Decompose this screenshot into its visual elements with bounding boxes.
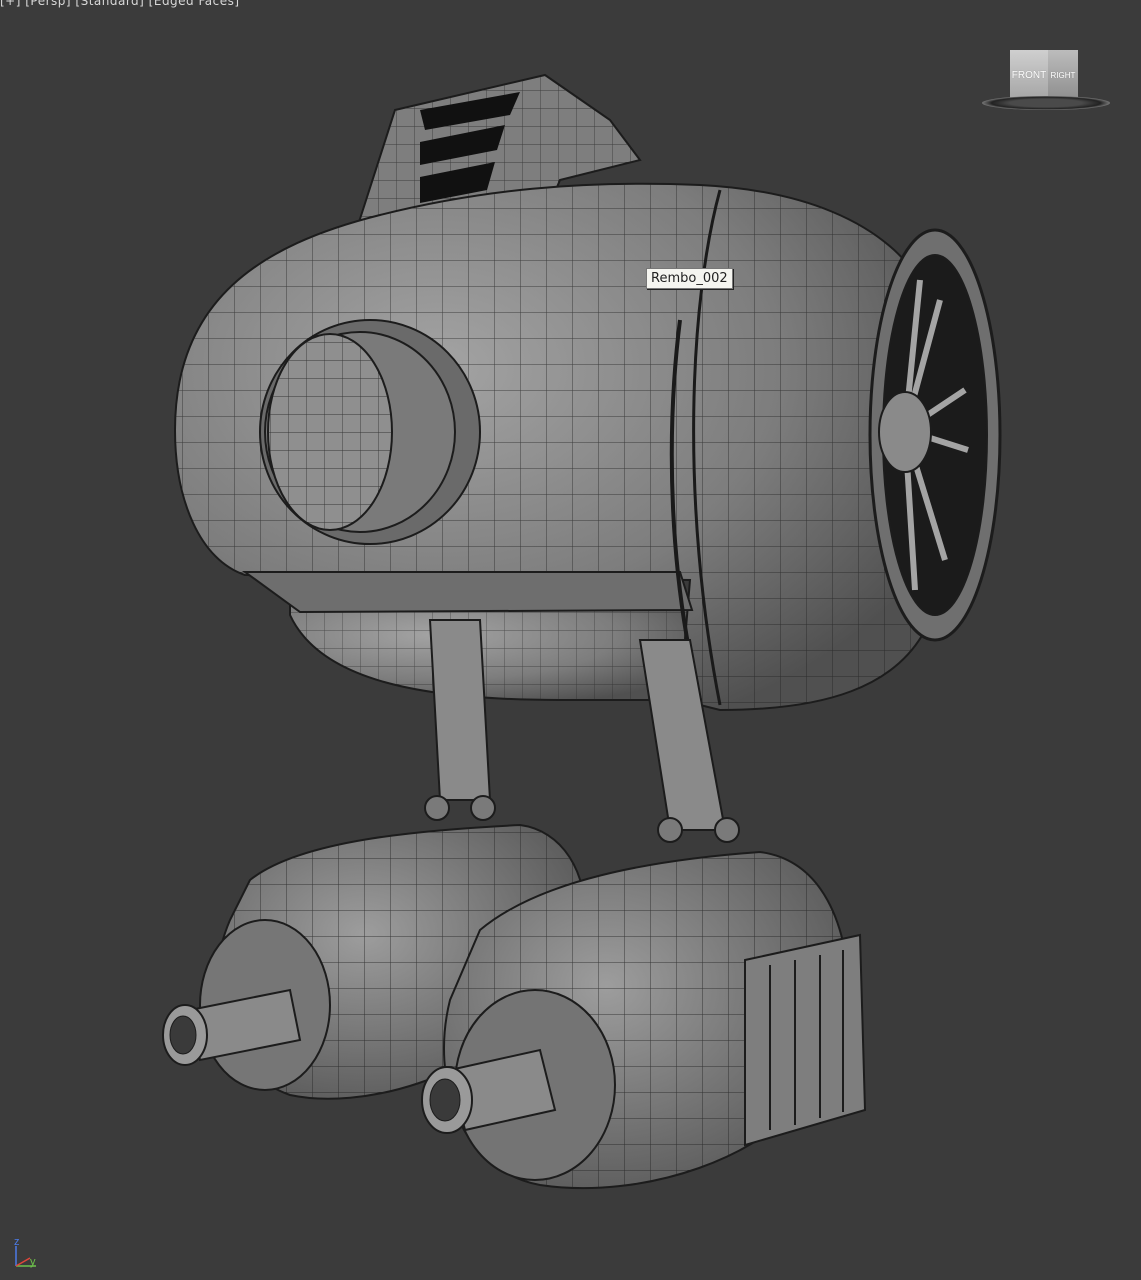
axis-tripod-icon: z y [10, 1236, 44, 1272]
turbine-intake [868, 228, 1002, 642]
viewcube[interactable]: FRONT RIGHT [978, 44, 1114, 116]
viewcube-compass-ring[interactable] [982, 96, 1110, 110]
axis-z-label: z [14, 1236, 20, 1248]
3d-viewport[interactable]: [+] [Persp] [Standard] [Edged Faces] Rem… [0, 0, 1141, 1280]
viewcube-right-face[interactable]: RIGHT [1048, 50, 1078, 100]
axis-y-label: y [30, 1256, 36, 1268]
eye-lens [259, 319, 481, 545]
viewcube-front-face[interactable]: FRONT [1010, 50, 1048, 100]
object-name-tooltip: Rembo_002 [646, 268, 733, 289]
robot-model[interactable] [0, 0, 1141, 1280]
underside-shell [289, 599, 701, 701]
